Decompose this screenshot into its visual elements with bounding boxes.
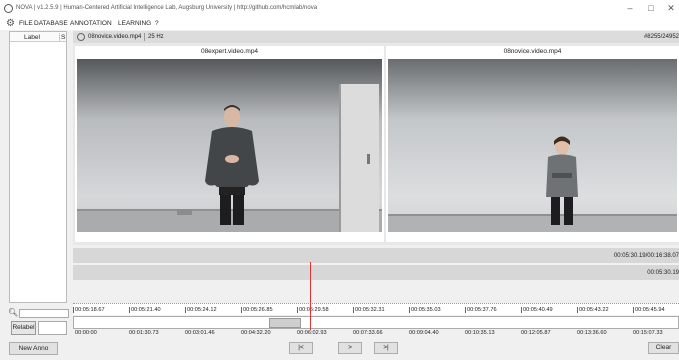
- search-input[interactable]: [19, 309, 69, 318]
- annotation-list[interactable]: Label S: [9, 31, 67, 303]
- video-label-expert: 08expert.video.mp4: [200, 48, 259, 55]
- playhead-cursor[interactable]: [310, 262, 311, 330]
- close-button[interactable]: ✕: [660, 1, 679, 15]
- video-frame-novice: [388, 59, 677, 232]
- menu-bar: ⚙ FILE DATABASE ANNOTATION LEARNING ?: [0, 18, 679, 30]
- timeline-tick: 00:05:21.40: [129, 307, 161, 313]
- timeline-tick: 00:03:01.46: [185, 330, 215, 336]
- timeline-ruler-zoomed: 00:05:18.67 00:05:21.40 00:05:24.12 00:0…: [73, 303, 679, 315]
- timeline-tick: 00:05:32.31: [353, 307, 385, 313]
- track-time-current: 00:05:30.19: [647, 270, 679, 276]
- timeline-tick: 00:10:35.13: [465, 330, 495, 336]
- timeline-tick: 00:09:04.40: [409, 330, 439, 336]
- annotation-track[interactable]: 00:05:30.19: [73, 265, 679, 280]
- video-panel-novice[interactable]: 08novice.video.mp4: [386, 46, 679, 242]
- timeline-tick: 00:06:02.93: [297, 330, 327, 336]
- timeline-tick: 00:05:35.03: [409, 307, 441, 313]
- timeline-scroll-thumb[interactable]: [269, 318, 301, 328]
- video-panel-expert[interactable]: 08expert.video.mp4: [75, 46, 384, 242]
- menu-database[interactable]: DATABASE: [34, 20, 68, 27]
- video-area: 08expert.video.mp4 08novice.video.mp4: [73, 43, 679, 245]
- timeline-tick: 00:07:33.66: [353, 330, 383, 336]
- search-icon: 🔍︎: [8, 308, 19, 317]
- timeline-tick: 00:05:37.76: [465, 307, 497, 313]
- window-title: NOVA | v1.2.5.9 | Human-Centered Artific…: [16, 5, 318, 11]
- title-bar: NOVA | v1.2.5.9 | Human-Centered Artific…: [0, 0, 679, 18]
- play-button[interactable]: >: [338, 342, 362, 354]
- timeline-tick: 00:05:26.85: [241, 307, 273, 313]
- app-icon: [4, 4, 13, 13]
- timeline-tick: 00:05:45.94: [633, 307, 665, 313]
- menu-file[interactable]: FILE: [19, 20, 33, 27]
- timeline-tick: 00:05:29.58: [297, 307, 329, 313]
- annotation-list-header: Label S: [10, 32, 66, 42]
- timeline-tick: 00:01:30.73: [129, 330, 159, 336]
- timeline-tick: 00:05:24.12: [185, 307, 217, 313]
- skip-back-button[interactable]: |<: [289, 342, 313, 354]
- column-second[interactable]: S: [61, 34, 65, 41]
- video-scene-expert: [77, 59, 382, 232]
- video-fps: 25 Hz: [148, 34, 164, 40]
- timeline-tick: 00:13:36.60: [577, 330, 607, 336]
- clear-button[interactable]: Clear: [648, 342, 679, 354]
- menu-learning[interactable]: LEARNING: [118, 20, 151, 27]
- column-label[interactable]: Label: [24, 34, 40, 41]
- minimize-button[interactable]: –: [619, 1, 641, 15]
- track-time-total: 00:05:30.19/00:16:38.07: [613, 253, 679, 259]
- video-label-novice: 08novice.video.mp4: [503, 48, 562, 55]
- new-anno-button[interactable]: New Anno: [9, 342, 58, 355]
- timeline-tick: 00:04:32.20: [241, 330, 271, 336]
- video-scene-novice: [388, 59, 677, 232]
- maximize-button[interactable]: □: [640, 1, 662, 15]
- video-frame-expert: [77, 59, 382, 232]
- timeline-scrollbar[interactable]: [73, 316, 679, 329]
- relabel-button[interactable]: Relabel: [11, 321, 36, 335]
- timeline-tick: 00:00:00: [75, 330, 97, 336]
- signal-track[interactable]: 00:05:30.19/00:16:38.07: [73, 248, 679, 263]
- search-row: 🔍︎: [8, 308, 69, 318]
- skip-forward-button[interactable]: >|: [374, 342, 398, 354]
- timeline-ruler-overview: 00:00:00 00:01:30.73 00:03:01.46 00:04:3…: [73, 330, 679, 340]
- timeline-tick: 00:05:43.22: [577, 307, 609, 313]
- menu-annotation[interactable]: ANNOTATION: [70, 20, 112, 27]
- menu-help[interactable]: ?: [155, 20, 159, 27]
- divider: [144, 33, 145, 41]
- video-header: 08novice.video.mp4 25 Hz #8255/24952: [73, 31, 679, 43]
- timeline-tick: 00:05:40.49: [521, 307, 553, 313]
- frame-counter: #8255/24952: [643, 34, 679, 40]
- timeline-tick: 00:12:05.87: [521, 330, 551, 336]
- video-file-name: 08novice.video.mp4: [88, 34, 142, 40]
- relabel-input[interactable]: [38, 321, 67, 335]
- timeline-tick: 00:05:18.67: [73, 307, 105, 313]
- gear-icon[interactable]: ⚙: [6, 19, 15, 29]
- media-icon[interactable]: [77, 33, 85, 41]
- timeline-tick: 00:15:07.33: [633, 330, 663, 336]
- column-divider: [59, 33, 60, 41]
